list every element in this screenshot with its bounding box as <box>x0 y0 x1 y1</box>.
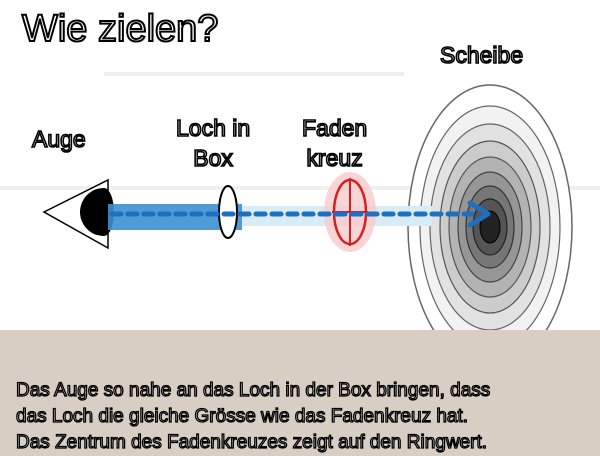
target-scheibe <box>407 84 573 370</box>
label-auge: Auge <box>31 125 86 153</box>
caption-line-2: das Loch die gleiche Grösse wie das Fade… <box>15 405 469 427</box>
label-scheibe: Scheibe <box>439 41 524 69</box>
caption-box: Das Auge so nahe an das Loch in der Box … <box>0 330 600 456</box>
diagram-canvas: Wie zielen? Scheibe Auge Loch in Box Fad… <box>0 0 600 456</box>
divider-line-top <box>104 72 404 76</box>
label-loch-line1: Loch in <box>175 114 251 142</box>
page-title: Wie zielen? <box>21 7 219 51</box>
label-fadenkreuz: Faden kreuz <box>301 113 368 173</box>
label-faden-line1: Faden <box>301 114 368 142</box>
label-loch-in-box: Loch in Box <box>175 113 251 173</box>
eye-icon <box>42 178 114 250</box>
caption-line-1: Das Auge so nahe an das Loch in der Box … <box>15 379 491 401</box>
caption-line-3: Das Zentrum des Fadenkreuzes zeigt auf d… <box>15 431 488 453</box>
label-faden-line2: kreuz <box>306 144 364 172</box>
label-loch-line2: Box <box>192 144 233 172</box>
